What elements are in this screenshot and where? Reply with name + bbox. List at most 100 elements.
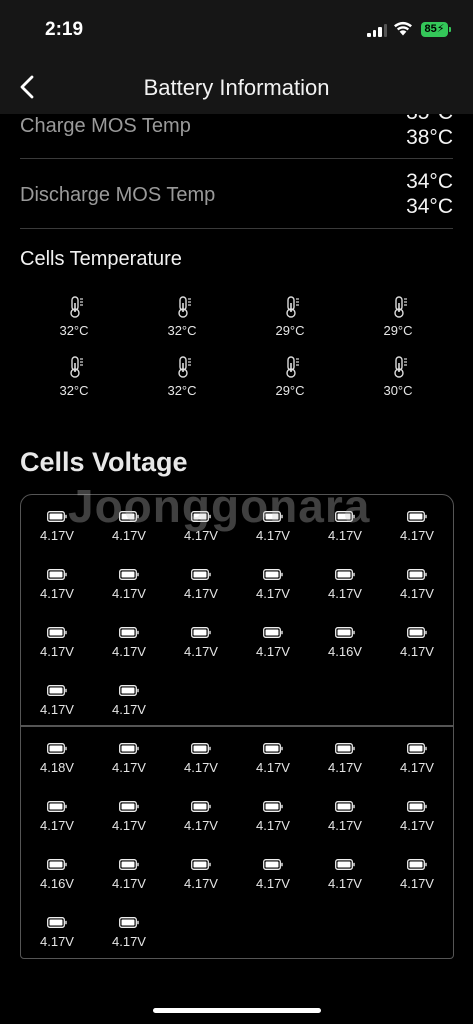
cells-temperature-grid: 32°C 32°C 29°C 29°C 32°C 32°C 29°C 30°C	[20, 296, 453, 406]
cell-voltage-item: 4.17V	[165, 739, 237, 791]
cell-voltage-item: 4.17V	[381, 623, 453, 675]
cell-voltage-value: 4.17V	[328, 760, 362, 775]
battery-icon	[119, 567, 139, 580]
cell-voltage-value: 4.17V	[256, 760, 290, 775]
wifi-icon	[394, 21, 412, 36]
cell-voltage-item: 4.17V	[93, 565, 165, 617]
cell-voltage-value: 4.17V	[184, 586, 218, 601]
cell-voltage-value: 4.16V	[40, 876, 74, 891]
cell-pack-1: 4.17V 4.17V 4.17V 4.17V 4.17V 4.17V 4.17V 4.17V…	[20, 494, 454, 726]
battery-icon	[47, 625, 67, 638]
cell-voltage-value: 4.17V	[328, 818, 362, 833]
cell-voltage-value: 4.17V	[256, 818, 290, 833]
discharge-mos-temp-value-2: 34°C	[406, 195, 453, 218]
cell-voltage-value: 4.17V	[400, 644, 434, 659]
cell-voltage-item: 4.17V	[237, 855, 309, 907]
home-indicator[interactable]	[153, 1008, 321, 1013]
battery-icon	[335, 509, 355, 522]
cell-voltage-value: 4.17V	[40, 818, 74, 833]
battery-icon	[407, 857, 427, 870]
discharge-mos-temp-row: Discharge MOS Temp 34°C 34°C	[20, 159, 453, 229]
discharge-mos-temp-label: Discharge MOS Temp	[20, 184, 216, 206]
navigation-bar: Battery Information	[0, 56, 473, 114]
cell-voltage-item: 4.17V	[381, 855, 453, 907]
cell-voltage-value: 4.17V	[112, 528, 146, 543]
cell-voltage-item: 4.17V	[93, 913, 165, 965]
cell-voltage-item: 4.17V	[309, 507, 381, 559]
cell-voltage-value: 4.17V	[112, 760, 146, 775]
cell-voltage-item: 4.17V	[21, 913, 93, 965]
battery-icon	[335, 799, 355, 812]
cell-voltage-item: 4.17V	[21, 797, 93, 849]
cell-temperature-item: 29°C	[344, 296, 452, 346]
cell-voltage-value: 4.17V	[112, 644, 146, 659]
cell-voltage-item: 4.17V	[381, 739, 453, 791]
cell-temperature-item: 29°C	[236, 296, 344, 346]
cell-voltage-item: 4.18V	[21, 739, 93, 791]
cell-voltage-item: 4.17V	[309, 739, 381, 791]
charge-mos-temp-label: Charge MOS Temp	[20, 115, 191, 137]
cell-voltage-item: 4.17V	[93, 623, 165, 675]
battery-icon	[335, 857, 355, 870]
cell-voltage-item: 4.17V	[237, 623, 309, 675]
battery-icon	[191, 799, 211, 812]
cell-voltage-value: 4.17V	[40, 644, 74, 659]
cell-voltage-value: 4.17V	[328, 876, 362, 891]
cell-temperature-item: 32°C	[20, 356, 128, 406]
cell-voltage-item: 4.17V	[237, 797, 309, 849]
cell-voltage-item: 4.17V	[237, 507, 309, 559]
battery-icon	[407, 567, 427, 580]
cell-pack-1-grid: 4.17V 4.17V 4.17V 4.17V 4.17V 4.17V 4.17V 4.17V…	[21, 507, 453, 733]
cell-voltage-item: 4.17V	[309, 797, 381, 849]
battery-icon	[119, 683, 139, 696]
cell-pack-2-grid: 4.18V 4.17V 4.17V 4.17V 4.17V 4.17V 4.17V 4.17V…	[21, 739, 453, 965]
cell-voltage-value: 4.17V	[400, 760, 434, 775]
cell-voltage-value: 4.17V	[400, 818, 434, 833]
cell-pack-2: 4.18V 4.17V 4.17V 4.17V 4.17V 4.17V 4.17V 4.17V…	[20, 726, 454, 959]
cell-voltage-item: 4.17V	[21, 565, 93, 617]
battery-icon	[119, 915, 139, 928]
cell-voltage-item: 4.17V	[309, 855, 381, 907]
cell-voltage-value: 4.17V	[40, 934, 74, 949]
battery-icon	[119, 625, 139, 638]
battery-icon	[191, 625, 211, 638]
cell-voltage-item: 4.17V	[381, 797, 453, 849]
cell-temperature-value: 32°C	[167, 383, 197, 398]
battery-icon	[335, 741, 355, 754]
thermometer-icon	[393, 356, 409, 378]
content-scroll[interactable]: Charge MOS Temp 35°C 38°C Discharge MOS …	[0, 114, 473, 994]
cell-voltage-item: 4.17V	[93, 797, 165, 849]
cell-voltage-value: 4.17V	[184, 876, 218, 891]
cell-voltage-value: 4.17V	[184, 644, 218, 659]
cell-voltage-value: 4.18V	[40, 760, 74, 775]
cell-voltage-value: 4.17V	[328, 586, 362, 601]
cellular-signal-icon	[367, 24, 387, 37]
cell-voltage-item: 4.17V	[381, 507, 453, 559]
cell-voltage-value: 4.17V	[112, 876, 146, 891]
battery-icon	[47, 857, 67, 870]
cell-temperature-value: 30°C	[383, 383, 413, 398]
battery-icon	[191, 509, 211, 522]
charge-mos-temp-value-1: 35°C	[406, 114, 453, 125]
cell-voltage-item: 4.17V	[309, 565, 381, 617]
battery-icon	[407, 799, 427, 812]
cell-temperature-value: 29°C	[275, 323, 305, 338]
cell-voltage-value: 4.17V	[256, 644, 290, 659]
charging-bolt-icon: ⚡	[436, 23, 445, 35]
cells-voltage-heading: Cells Voltage	[20, 447, 188, 477]
cell-temperature-value: 32°C	[167, 323, 197, 338]
cell-voltage-item: 4.17V	[93, 507, 165, 559]
cell-voltage-value: 4.17V	[112, 934, 146, 949]
cell-voltage-item: 4.17V	[93, 855, 165, 907]
discharge-mos-temp-values: 34°C 34°C	[406, 169, 453, 219]
cell-voltage-item: 4.17V	[381, 565, 453, 617]
thermometer-icon	[177, 296, 193, 318]
cells-temperature-heading: Cells Temperature	[20, 248, 182, 270]
battery-icon	[263, 509, 283, 522]
cell-temperature-item: 32°C	[128, 356, 236, 406]
cell-voltage-item: 4.16V	[309, 623, 381, 675]
battery-icon	[191, 741, 211, 754]
status-time: 2:19	[45, 19, 84, 40]
thermometer-icon	[393, 296, 409, 318]
cell-voltage-value: 4.17V	[328, 528, 362, 543]
